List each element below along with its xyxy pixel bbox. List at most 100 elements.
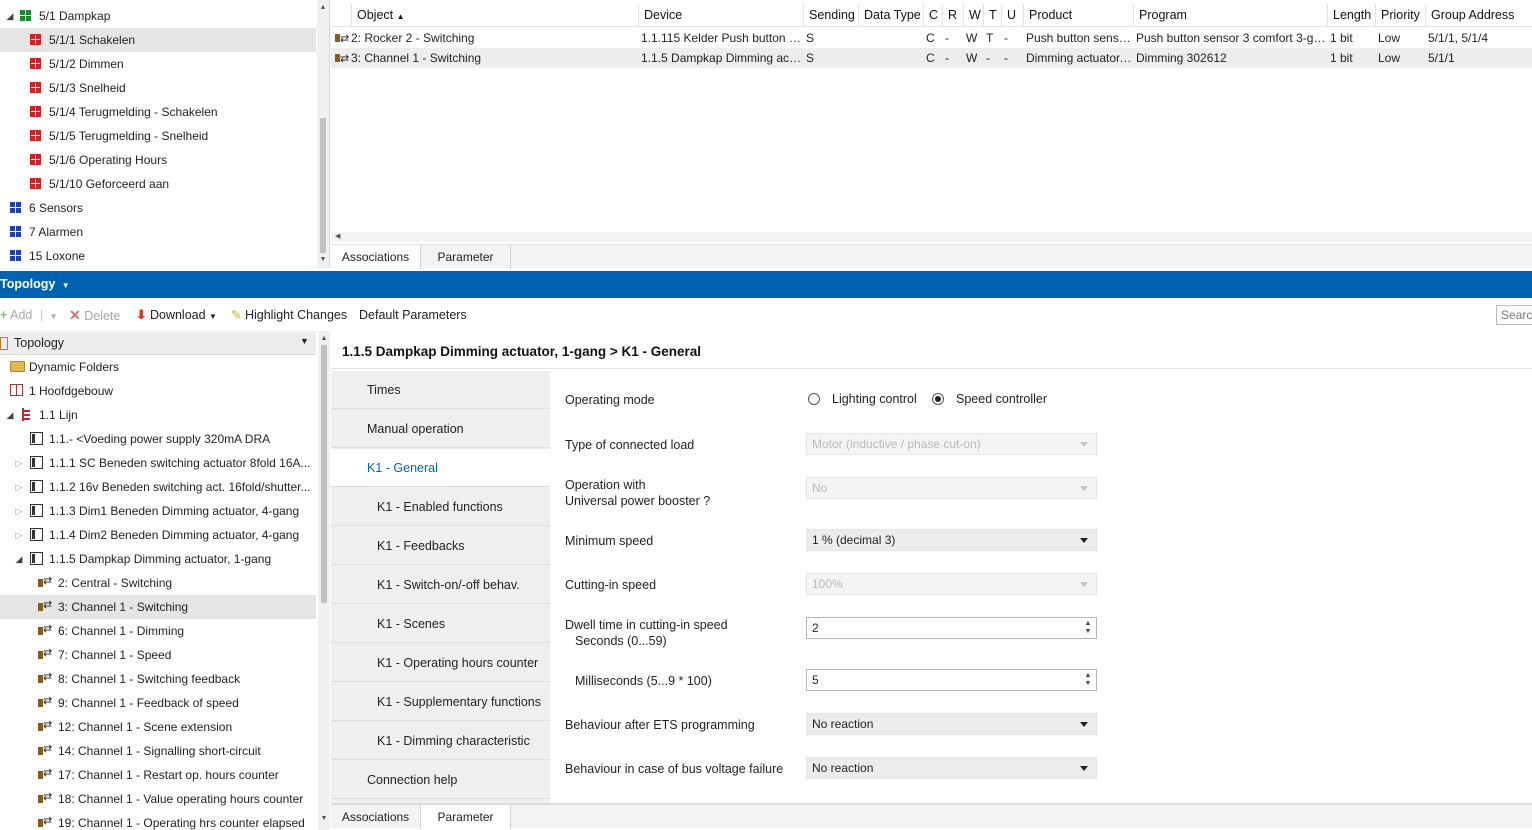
topology-item[interactable]: ▷ 1.1.3 Dim1 Beneden Dimming actuator, 4-… [0,499,316,523]
group-tree-item[interactable]: 5/1/6 Operating Hours [0,148,316,172]
add-dropdown-icon[interactable]: ▼ [50,312,58,321]
topology-item[interactable]: 17: Channel 1 - Restart op. hours counte… [0,763,316,787]
topology-item[interactable]: 8: Channel 1 - Switching feedback [0,667,316,691]
topology-header-dropdown-icon[interactable]: ▼ [300,336,309,346]
cell-length[interactable]: 1 bit [1328,48,1374,68]
col-device[interactable]: Device [638,4,803,27]
cell-r[interactable]: - [943,28,962,48]
after-programming-select[interactable]: No reaction [806,713,1097,735]
spin-up-icon[interactable]: ▲ [1084,620,1092,628]
topology-item[interactable]: Dynamic Folders [0,355,316,379]
cell-product[interactable]: Push button sensor... [1024,28,1132,48]
col-product[interactable]: Product [1023,4,1133,27]
param-nav-item[interactable]: K1 - Feedbacks [331,527,550,565]
param-nav-item[interactable]: K1 - Dimming characteristic [331,722,550,760]
spin-down-icon[interactable]: ▼ [1084,680,1092,688]
cell-r[interactable]: - [943,48,962,68]
topology-panel-bar[interactable]: Topology ▼ [0,271,1532,298]
col-object[interactable]: Object ▲ [351,4,638,27]
param-nav-item[interactable]: K1 - Supplementary functions [331,683,550,721]
cell-device[interactable]: 1.1.5 Dampkap Dimming actua... [639,48,802,68]
tab-parameter-top[interactable]: Parameter [421,245,511,269]
col-r[interactable]: R [942,4,963,27]
grid-row[interactable]: 2: Rocker 2 - Switching 1.1.115 Kelder Pu… [331,28,1532,48]
spin-down-icon[interactable]: ▼ [1084,628,1092,636]
col-program[interactable]: Program [1133,4,1327,27]
spin-buttons[interactable]: ▲ ▼ [1084,620,1092,636]
cell-group-address[interactable]: 5/1/1, 5/1/4 [1426,28,1531,48]
topology-item[interactable]: ▷ 1.1.2 16v Beneden switching act. 16fold… [0,475,316,499]
topology-item[interactable]: 3: Channel 1 - Switching [0,595,316,619]
col-c[interactable]: C [923,4,942,27]
topology-item[interactable]: 2: Central - Switching [0,571,316,595]
topology-item[interactable]: 12: Channel 1 - Scene extension [0,715,316,739]
tab-parameter-bottom[interactable]: Parameter [421,805,511,829]
topology-item[interactable]: ▷ 1.1.4 Dim2 Beneden Dimming actuator, 4-… [0,523,316,547]
cell-product[interactable]: Dimming actuator,... [1024,48,1132,68]
cell-w[interactable]: W [964,48,982,68]
minimum-speed-select[interactable]: 1 % (decimal 3) [806,529,1097,551]
cell-program[interactable]: Dimming 302612 [1134,48,1326,68]
cell-object[interactable]: 3: Channel 1 - Switching [333,48,638,68]
default-parameters-button[interactable]: Default Parameters [359,307,467,323]
col-w[interactable]: W [963,4,983,27]
group-tree-item[interactable]: 5/1/4 Terugmelding - Schakelen [0,100,316,124]
download-dropdown-icon[interactable]: ▼ [209,312,217,321]
dwell-seconds-value[interactable]: 2 [812,621,819,635]
topology-item[interactable]: ◢ 1.1 Lijn [0,403,316,427]
param-nav-item[interactable]: Times [331,371,550,409]
col-sending[interactable]: Sending [803,4,858,27]
topology-item[interactable]: 6: Channel 1 - Dimming [0,619,316,643]
cell-sending[interactable]: S [804,48,857,68]
expand-caret-icon[interactable]: ▷ [13,530,25,541]
expand-caret-icon[interactable]: ◢ [13,554,25,565]
cell-group-address[interactable]: 5/1/1 [1426,48,1531,68]
group-tree-item[interactable]: 5/1/3 Snelheid [0,76,316,100]
param-nav-item[interactable]: K1 - General [331,449,550,487]
topology-tree-header[interactable]: Topology ▼ [0,331,316,355]
group-tree-item[interactable]: ◢ 5/1 Dampkap [0,4,316,28]
cell-t[interactable]: - [984,48,1000,68]
group-tree-item[interactable]: 5/1/5 Terugmelding - Snelheid [0,124,316,148]
col-priority[interactable]: Priority [1375,4,1425,27]
col-group-address[interactable]: Group Address [1425,4,1532,27]
expand-caret-icon[interactable]: ▷ [13,458,25,469]
cell-priority[interactable]: Low [1376,28,1424,48]
topology-item[interactable]: 19: Channel 1 - Operating hrs counter el… [0,811,316,830]
expand-caret-icon[interactable]: ◢ [4,410,16,421]
lighting-control-label[interactable]: Lighting control [832,392,917,406]
cell-data-type[interactable] [859,28,922,48]
col-t[interactable]: T [983,4,1001,27]
topology-item[interactable]: 1.1.- <Voeding power supply 320mA DRA [0,427,316,451]
col-data-type[interactable]: Data Type [858,4,923,27]
cell-data-type[interactable] [859,48,922,68]
tab-associations-top[interactable]: Associations [331,245,421,269]
dwell-ms-value[interactable]: 5 [812,673,819,687]
search-input[interactable]: Search [1496,305,1532,325]
scroll-up-icon[interactable]: ▲ [317,2,329,14]
spin-buttons[interactable]: ▲ ▼ [1084,672,1092,688]
scroll-thumb[interactable] [320,118,326,253]
panel-dropdown-icon[interactable]: ▼ [62,281,70,290]
scroll-up-icon[interactable]: ▲ [318,333,330,345]
param-nav-item[interactable]: Connection help [331,761,550,799]
group-tree-item[interactable]: 7 Alarmen [0,220,316,244]
group-tree-item[interactable]: 5/1/10 Geforceerd aan [0,172,316,196]
cell-c[interactable]: C [924,48,941,68]
cell-w[interactable]: W [964,28,982,48]
expand-caret-icon[interactable]: ▷ [13,506,25,517]
cell-u[interactable]: - [1002,28,1022,48]
expand-caret-icon[interactable]: ◢ [4,11,16,22]
grid-horizontal-scrollbar[interactable]: ◀ [331,232,1532,242]
expand-caret-icon[interactable]: ▷ [13,482,25,493]
highlight-changes-button[interactable]: ✎ Highlight Changes [231,307,347,323]
group-tree-item[interactable]: 15 Loxone [0,244,316,268]
topology-item[interactable]: 1 Hoofdgebouw [0,379,316,403]
param-nav-item[interactable]: K1 - Operating hours counter [331,644,550,682]
radio-lighting-control[interactable] [808,393,820,405]
topology-item[interactable]: 7: Channel 1 - Speed [0,643,316,667]
bus-failure-select[interactable]: No reaction [806,757,1097,779]
radio-speed-controller[interactable] [932,393,944,405]
group-tree-item[interactable]: 6 Sensors [0,196,316,220]
add-button[interactable]: + Add | ▼ [0,307,58,323]
